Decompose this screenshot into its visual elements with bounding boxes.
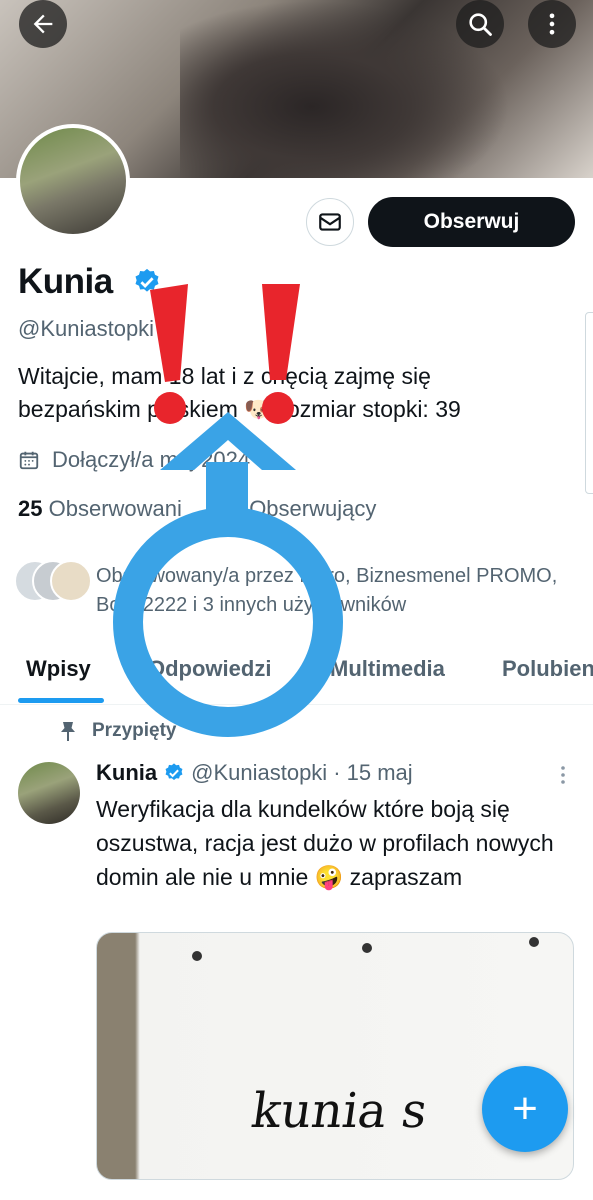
post-more-button[interactable] (556, 764, 570, 791)
pinned-label: Przypięty (58, 720, 176, 742)
post-handle[interactable]: @Kuniastopki (191, 760, 327, 786)
envelope-icon (319, 213, 341, 231)
profile-bio: Witajcie, mam 18 lat i z chęcią zajmę si… (18, 363, 461, 422)
joined-date: Dołączył/a maj 2024 (18, 447, 250, 473)
followed-by-avatars[interactable] (14, 560, 92, 602)
message-button[interactable] (306, 198, 354, 246)
pinned-text: Przypięty (92, 720, 177, 741)
post-header: Kunia @Kuniastopki · 15 maj (96, 760, 413, 786)
verified-badge-icon (165, 763, 183, 781)
more-button[interactable] (528, 0, 576, 48)
profile-avatar[interactable] (16, 124, 130, 238)
tab-replies[interactable]: Odpowiedzi (148, 656, 271, 682)
more-vertical-icon (561, 766, 565, 784)
followers-count: 440 (206, 496, 244, 521)
more-vertical-icon (549, 13, 555, 35)
following-label: Obserwowani (48, 496, 182, 521)
back-button[interactable] (19, 0, 67, 48)
post-author[interactable]: Kunia (96, 760, 157, 786)
compose-button[interactable]: + (482, 1066, 568, 1152)
followed-by-text[interactable]: Obserwowany/a przez Maro, Biznesmenel PR… (96, 562, 566, 620)
profile-tabs: Wpisy Odpowiedzi Multimedia Polubienia (0, 648, 593, 705)
follow-stats: 25 Obserwowani 440 Obserwujący (18, 496, 376, 522)
post-date[interactable]: · 15 maj (333, 760, 412, 786)
active-tab-indicator (18, 698, 104, 703)
notebook-hole (362, 943, 372, 953)
arrow-left-icon (33, 14, 53, 34)
pin-icon (61, 722, 75, 741)
followers-link[interactable]: 440 Obserwujący (206, 496, 376, 521)
search-icon (469, 13, 492, 36)
profile-name: Kunia (18, 262, 113, 301)
post-text: Weryfikacja dla kundelków które boją się… (96, 796, 554, 890)
handwritten-text: kunia s (248, 1083, 431, 1139)
post-avatar[interactable] (18, 762, 80, 824)
profile-handle: @Kuniastopki (18, 316, 155, 341)
search-button[interactable] (456, 0, 504, 48)
following-count: 25 (18, 496, 43, 521)
following-link[interactable]: 25 Obserwowani (18, 496, 182, 521)
calendar-icon (19, 451, 39, 470)
avatar (50, 560, 92, 602)
tab-media[interactable]: Multimedia (330, 656, 445, 682)
tab-likes[interactable]: Polubienia (502, 656, 593, 682)
followers-label: Obserwujący (249, 496, 377, 521)
joined-text: Dołączył/a maj 2024 (52, 447, 251, 472)
verified-badge-icon (132, 267, 162, 302)
tab-posts[interactable]: Wpisy (26, 656, 91, 682)
follow-button[interactable]: Obserwuj (368, 197, 575, 247)
notebook-hole (529, 937, 539, 947)
notebook-hole (192, 951, 202, 961)
scrollbar[interactable] (585, 312, 593, 494)
